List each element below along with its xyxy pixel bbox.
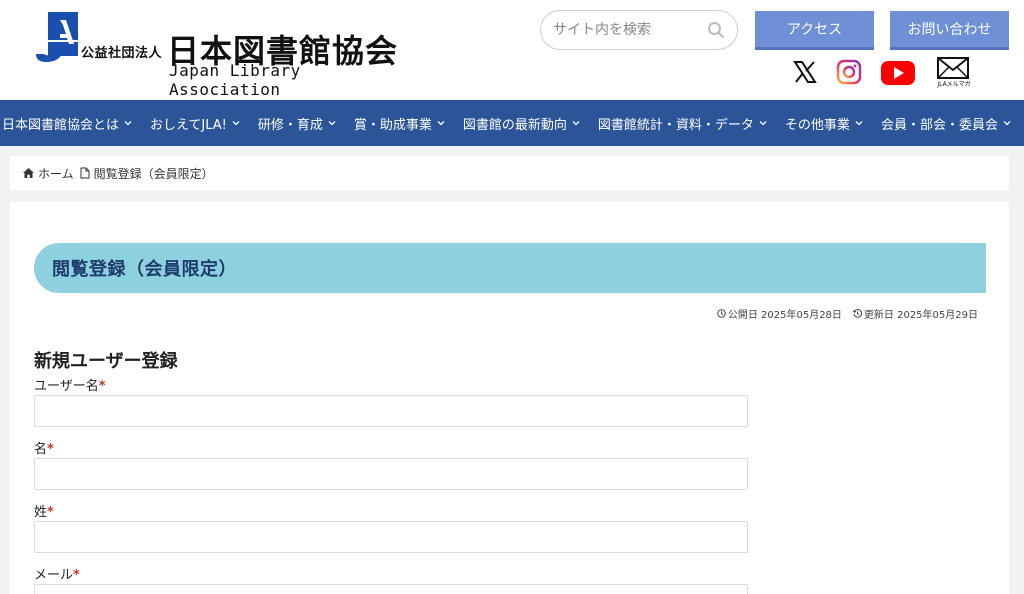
youtube-icon: [881, 61, 915, 85]
youtube-link[interactable]: [880, 58, 916, 90]
published-date: 公開日 2025年05月28日: [717, 306, 842, 321]
site-logo[interactable]: 公益社団法人 日本図書館協会 Japan Library Association: [34, 10, 404, 99]
last-name-input[interactable]: [34, 521, 748, 553]
chevron-down-icon: [437, 121, 445, 126]
mail-caption: JLAメルマガ: [937, 81, 971, 88]
main-nav: 日本図書館協会とは おしえてJLA! 研修・育成 賞・助成事業 図書館の最新動向…: [0, 100, 1024, 146]
clock-icon: [717, 309, 726, 318]
chevron-down-icon: [1003, 121, 1011, 126]
chevron-down-icon: [124, 121, 132, 126]
breadcrumb-current: 閲覧登録（会員限定）: [93, 166, 214, 181]
nav-item-statistics[interactable]: 図書館統計・資料・データ: [589, 100, 776, 146]
form-title: 新規ユーザー登録: [34, 351, 178, 372]
search-icon[interactable]: [707, 21, 725, 39]
chevron-down-icon: [328, 121, 336, 126]
chevron-down-icon: [232, 121, 240, 126]
page-title: 閲覧登録（会員限定）: [52, 259, 237, 280]
mail-icon: [937, 57, 969, 79]
main-content: 閲覧登録（会員限定） 公開日 2025年05月28日 更新日 2025年05月2…: [10, 202, 1009, 594]
access-button[interactable]: アクセス: [755, 11, 874, 50]
breadcrumb: ホーム 閲覧登録（会員限定）: [10, 156, 1009, 190]
home-icon: [23, 168, 34, 178]
instagram-link[interactable]: [836, 58, 862, 90]
chevron-down-icon: [855, 121, 863, 126]
site-header: 公益社団法人 日本図書館協会 Japan Library Association…: [0, 0, 1024, 100]
email-label: メール*: [34, 568, 80, 583]
x-icon: [793, 61, 817, 83]
first-name-input[interactable]: [34, 458, 748, 490]
logo-corp-type: 公益社団法人: [81, 46, 163, 61]
first-name-label: 名*: [34, 442, 54, 457]
breadcrumb-home[interactable]: ホーム: [38, 165, 74, 182]
nav-item-awards[interactable]: 賞・助成事業: [345, 100, 454, 146]
jla-logo-mark: [36, 12, 78, 62]
nav-item-about[interactable]: 日本図書館協会とは: [0, 100, 141, 146]
nav-item-ask-jla[interactable]: おしえてJLA!: [141, 100, 249, 146]
x-link[interactable]: [793, 58, 817, 90]
chevron-down-icon: [572, 121, 580, 126]
updated-date: 更新日 2025年05月29日: [852, 306, 978, 321]
username-label: ユーザー名*: [34, 379, 106, 394]
post-dates: 公開日 2025年05月28日 更新日 2025年05月29日: [717, 306, 978, 321]
required-mark: *: [47, 505, 54, 520]
contact-button[interactable]: お問い合わせ: [890, 11, 1009, 50]
page-icon: [80, 167, 90, 179]
page-title-bar: 閲覧登録（会員限定）: [34, 243, 986, 293]
username-input[interactable]: [34, 395, 748, 427]
nav-item-training[interactable]: 研修・育成: [249, 100, 345, 146]
chevron-down-icon: [759, 121, 767, 126]
nav-item-trends[interactable]: 図書館の最新動向: [454, 100, 589, 146]
email-input[interactable]: [34, 584, 748, 594]
instagram-icon: [836, 59, 862, 85]
required-mark: *: [47, 442, 54, 457]
site-search: [540, 10, 738, 50]
mail-magazine-link[interactable]: JLAメルマガ: [936, 56, 972, 88]
nav-item-other[interactable]: その他事業: [776, 100, 872, 146]
history-icon: [852, 309, 862, 318]
required-mark: *: [73, 568, 80, 583]
search-input[interactable]: [553, 20, 703, 40]
logo-name-en: Japan Library Association: [169, 61, 301, 99]
nav-item-members[interactable]: 会員・部会・委員会: [872, 100, 1020, 146]
required-mark: *: [98, 379, 106, 394]
last-name-label: 姓*: [34, 505, 54, 520]
